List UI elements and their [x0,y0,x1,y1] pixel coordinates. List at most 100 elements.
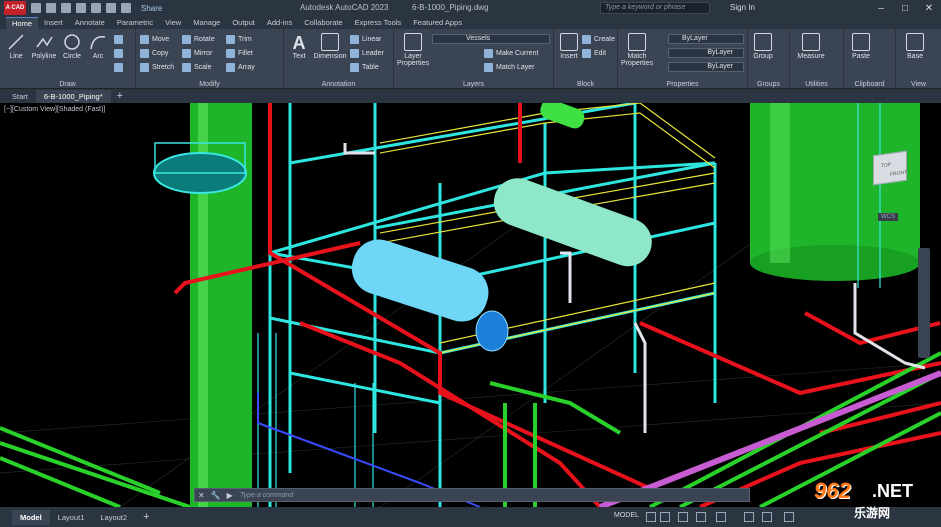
polyline-tool[interactable]: Polyline [30,33,58,60]
line-tool[interactable]: Line [4,33,28,60]
arc-label: Arc [92,53,104,60]
tab-home[interactable]: Home [6,17,39,29]
viewcube[interactable]: TOP FRONT [873,150,907,186]
tab-add-ins[interactable]: Add-ins [261,17,298,29]
circle-tool[interactable]: Circle [60,33,84,60]
view-panel-label[interactable]: View [896,81,941,88]
autocad-logo[interactable]: A CAD [4,1,26,15]
tab-manage[interactable]: Manage [187,17,226,29]
make-current-tool[interactable]: Make Current [484,49,538,58]
command-input[interactable]: Type a command [240,492,294,499]
lineweight-icon[interactable] [744,512,754,522]
tab-layout2[interactable]: Layout2 [92,510,135,525]
stretch-tool[interactable]: Stretch [140,63,174,72]
transparency-icon[interactable] [762,512,772,522]
save-icon[interactable] [61,3,71,13]
search-input[interactable]: Type a keyword or phrase [600,2,710,14]
tab-collaborate[interactable]: Collaborate [298,17,348,29]
redo-icon[interactable] [121,3,131,13]
minimize-button[interactable]: – [869,0,893,16]
share-button[interactable]: Share [141,4,162,13]
viewport-controls-label[interactable]: [−][Custom View][Shaded (Fast)] [4,106,105,113]
tab-output[interactable]: Output [226,17,261,29]
array-tool[interactable]: Array [226,63,255,72]
paste-label: Paste [852,53,870,60]
trim-tool[interactable]: Trim [226,35,252,44]
dimension-tool[interactable]: Dimension [312,33,348,60]
tab-featured-apps[interactable]: Featured Apps [407,17,468,29]
color-dropdown[interactable]: ByLayer [668,34,744,44]
fillet-tool[interactable]: Fillet [226,49,253,58]
close-button[interactable]: ✕ [917,0,941,16]
linetype-dropdown[interactable]: ByLayer [668,48,744,58]
draw-panel-label[interactable]: Draw [0,81,135,88]
new-tab-button[interactable]: + [111,90,129,102]
tab-insert[interactable]: Insert [38,17,69,29]
table-tool[interactable]: Table [350,63,379,72]
plot-icon[interactable] [91,3,101,13]
linear-dim-icon [350,35,359,44]
ortho-icon[interactable] [678,512,688,522]
measure-tool[interactable]: Measure [794,33,828,60]
insert-tool[interactable]: Insert [556,33,582,60]
tab-start[interactable]: Start [4,90,36,103]
tab-drawing[interactable]: 6-B-1000_Piping* [35,89,111,103]
clipboard-panel-label[interactable]: Clipboard [844,81,895,88]
layers-panel-label[interactable]: Layers [394,81,553,88]
tab-layout1[interactable]: Layout1 [50,510,93,525]
annotation-scale-icon[interactable] [784,512,794,522]
block-panel-label[interactable]: Block [554,81,617,88]
close-cmdline-icon[interactable]: ✕ [198,491,205,500]
match-properties-tool[interactable]: Match Properties [620,33,654,67]
mirror-tool[interactable]: Mirror [182,49,212,58]
copy-tool[interactable]: Copy [140,49,168,58]
annotation-panel-label[interactable]: Annotation [284,81,393,88]
new-file-icon[interactable] [31,3,41,13]
snap-icon[interactable] [660,512,670,522]
rectangle-tool[interactable] [114,35,126,44]
tab-view[interactable]: View [159,17,187,29]
tab-model[interactable]: Model [12,509,50,525]
maximize-button[interactable]: □ [893,0,917,16]
open-file-icon[interactable] [46,3,56,13]
tab-parametric[interactable]: Parametric [111,17,159,29]
lineweight-dropdown[interactable]: ByLayer [668,62,744,72]
scale-tool[interactable]: Scale [182,63,212,72]
edit-block-tool[interactable]: Edit [582,49,606,58]
sign-in-button[interactable]: Sign In [730,3,755,12]
hatch-tool[interactable] [114,49,126,58]
wcs-menu[interactable]: WCS [878,213,898,221]
paste-tool[interactable]: Paste [848,33,874,60]
match-properties-label: Match Properties [621,53,653,67]
utilities-panel-label[interactable]: Utilities [790,81,843,88]
undo-icon[interactable] [106,3,116,13]
navigation-bar[interactable] [918,248,930,358]
layer-properties-tool[interactable]: Layer Properties [396,33,430,67]
polar-icon[interactable] [696,512,706,522]
arc-tool[interactable]: Arc [86,33,110,60]
create-block-tool[interactable]: Create [582,35,615,44]
text-tool[interactable]: A Text [288,33,310,60]
base-view-tool[interactable]: Base [902,33,928,60]
leader-tool[interactable]: Leader [350,49,384,58]
tab-express-tools[interactable]: Express Tools [349,17,408,29]
osnap-icon[interactable] [716,512,726,522]
drawing-viewport[interactable]: [−][Custom View][Shaded (Fast)] TOP FRON… [0,103,941,507]
group-tool[interactable]: Group [750,33,776,60]
layer-dropdown[interactable]: Vessels [432,34,550,44]
grid-icon[interactable] [646,512,656,522]
model-space-toggle[interactable]: MODEL [614,512,639,519]
add-layout-button[interactable]: + [135,510,157,525]
rotate-tool[interactable]: Rotate [182,35,215,44]
save-as-icon[interactable] [76,3,86,13]
move-tool[interactable]: Move [140,35,169,44]
tab-annotate[interactable]: Annotate [69,17,111,29]
paste-icon [852,33,870,51]
properties-panel-label[interactable]: Properties [618,81,747,88]
linear-tool[interactable]: Linear [350,35,381,44]
groups-panel-label[interactable]: Groups [748,81,789,88]
gradient-tool[interactable] [114,63,126,72]
modify-panel-label[interactable]: Modify [136,81,283,88]
match-layer-tool[interactable]: Match Layer [484,63,535,72]
wrench-icon[interactable]: 🔧 [211,491,221,500]
